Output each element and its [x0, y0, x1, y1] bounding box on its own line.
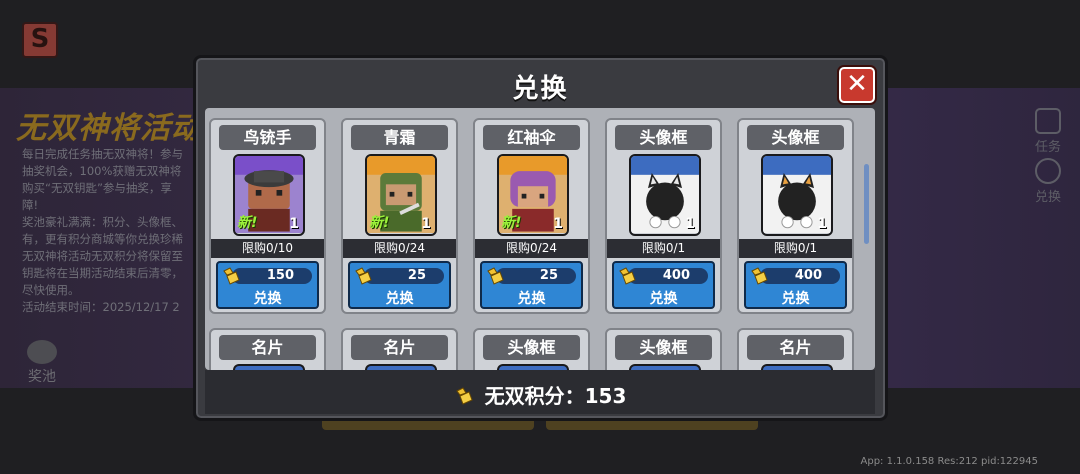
item-price: 25	[364, 268, 444, 284]
points-label: 无双积分：153	[484, 384, 627, 408]
exchange-item-card: 青霜新! 1 限购0/24 25 兑换	[341, 118, 458, 314]
exchange-modal: 兑换 ✕ 鸟铳手 新! 1 限购0/10 150 兑换 青霜 新! 1 限购0/24 25 兑换 红袖伞…	[193, 55, 888, 421]
new-tag: 新!	[237, 215, 258, 231]
purchase-limit: 限购0/24	[475, 239, 588, 258]
item-quantity: 1	[685, 216, 695, 232]
close-button[interactable]: ✕	[839, 67, 875, 103]
exchange-button[interactable]: 400 兑换	[612, 261, 715, 309]
exchange-button[interactable]: 150 兑换	[216, 261, 319, 309]
event-description-line: 购买“无双钥匙”参与抽奖，享	[22, 181, 172, 195]
event-title: 无双神将活动	[16, 111, 202, 146]
points-display: 无双积分：153	[205, 380, 875, 409]
exchange-button[interactable]: 25 兑换	[348, 261, 451, 309]
price-coin-icon	[355, 267, 372, 285]
price-coin-icon	[751, 267, 768, 285]
item-quantity: 1	[421, 216, 431, 232]
points-coin-icon	[455, 387, 473, 405]
exchange-item-card: 鸟铳手新! 1 限购0/10 150 兑换	[209, 118, 326, 314]
item-name: 青霜	[351, 125, 448, 150]
task-icon	[1035, 108, 1061, 134]
price-coin-icon	[487, 267, 504, 285]
event-description: 每日完成任务抽无双神将！参与 抽奖机会，100%获赠无双神将 购买“无双钥匙”参与抽…	[22, 146, 197, 316]
event-description-line: 障!	[22, 198, 39, 212]
item-name: 红袖伞	[483, 125, 580, 150]
item-price: 25	[496, 268, 576, 284]
item-portrait[interactable]: 1	[629, 154, 701, 236]
event-description-line: 钥匙将在当期活动结束后清零，	[22, 266, 183, 280]
exchange-button-label: 兑换	[385, 291, 414, 307]
pool-button[interactable]: 奖池	[24, 340, 60, 386]
pool-label: 奖池	[28, 369, 56, 385]
points-bar: 无双积分：153	[205, 370, 875, 414]
new-tag: 新!	[369, 215, 390, 231]
exchange-button-label: 兑换	[781, 291, 810, 307]
exchange-item-card: 红袖伞新! 1 限购0/24 25 兑换	[473, 118, 590, 314]
grid-scrollbar[interactable]	[864, 164, 869, 244]
exchange-button[interactable]: 25 兑换	[480, 261, 583, 309]
item-quantity: 1	[289, 216, 299, 232]
item-price: 150	[232, 268, 312, 284]
exchange-item-card: 头像框	[605, 328, 722, 370]
new-tag: 新!	[501, 215, 522, 231]
task-side-button[interactable]: 任务	[1028, 108, 1068, 155]
item-portrait[interactable]: 1	[761, 154, 833, 236]
exchange-item-card: 名片	[737, 328, 854, 370]
exchange-button-label: 兑换	[649, 291, 678, 307]
version-footer: App: 1.1.0.158 Res:212 pid:122945	[860, 456, 1039, 467]
event-description-line: 有，更有积分商城等你兑换珍稀	[22, 232, 183, 246]
back-button[interactable]: S	[22, 22, 58, 58]
item-portrait[interactable]: 新! 1	[497, 154, 569, 236]
game-screen: S 无双神将活动 每日完成任务抽无双神将！参与 抽奖机会，100%获赠无双神将 购买…	[0, 0, 1080, 474]
pool-icon	[27, 340, 57, 364]
exchange-side-button[interactable]: 兑换	[1028, 158, 1068, 205]
item-price: 400	[760, 268, 840, 284]
item-name: 头像框	[483, 335, 580, 360]
event-description-line: 活动结束时间：2025/12/17 2	[22, 300, 180, 314]
event-description-line: 尽快使用。	[22, 283, 80, 297]
item-name: 头像框	[747, 125, 844, 150]
purchase-limit: 限购0/10	[211, 239, 324, 258]
exchange-grid: 鸟铳手新! 1 限购0/10 150 兑换 青霜新! 1 限购0/24 25 兑换 红袖伞新! 1 限购…	[205, 108, 875, 370]
exchange-icon	[1035, 158, 1061, 184]
event-description-line: 每日完成任务抽无双神将！参与	[22, 147, 183, 161]
price-coin-icon	[619, 267, 636, 285]
exchange-button[interactable]: 400 兑换	[744, 261, 847, 309]
exchange-item-card: 头像框 1 限购0/1 400 兑换	[605, 118, 722, 314]
item-price: 400	[628, 268, 708, 284]
close-icon: ✕	[846, 69, 868, 99]
item-name: 名片	[219, 335, 316, 360]
item-portrait[interactable]: 新! 1	[233, 154, 305, 236]
item-name: 名片	[351, 335, 448, 360]
item-quantity: 1	[817, 216, 827, 232]
exchange-label: 兑换	[1034, 190, 1061, 205]
exchange-item-card: 头像框 1 限购0/1 400 兑换	[737, 118, 854, 314]
item-name: 鸟铳手	[219, 125, 316, 150]
purchase-limit: 限购0/1	[739, 239, 852, 258]
task-label: 任务	[1034, 140, 1061, 155]
modal-title: 兑换	[512, 74, 569, 104]
price-coin-icon	[223, 267, 240, 285]
item-name: 名片	[747, 335, 844, 360]
exchange-item-card: 头像框	[473, 328, 590, 370]
purchase-limit: 限购0/24	[343, 239, 456, 258]
exchange-item-card: 名片	[209, 328, 326, 370]
exchange-item-card: 名片	[341, 328, 458, 370]
item-portrait[interactable]: 新! 1	[365, 154, 437, 236]
item-name: 头像框	[615, 335, 712, 360]
purchase-limit: 限购0/1	[607, 239, 720, 258]
item-name: 头像框	[615, 125, 712, 150]
event-description-line: 无双神将活动无双积分将保留至	[22, 249, 183, 263]
event-description-line: 奖池豪礼满满：积分、头像框、	[22, 215, 183, 229]
event-description-line: 抽奖机会，100%获赠无双神将	[22, 164, 182, 178]
exchange-button-label: 兑换	[517, 291, 546, 307]
exchange-button-label: 兑换	[253, 291, 282, 307]
item-quantity: 1	[553, 216, 563, 232]
